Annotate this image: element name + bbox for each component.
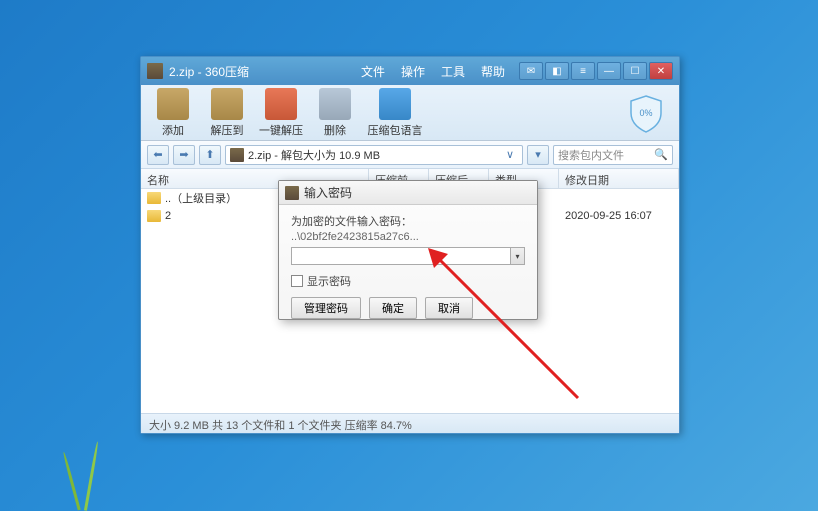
- titlebar: 2.zip - 360压缩 文件 操作 工具 帮助 ✉ ◧ ≡ — ☐ ✕: [141, 57, 679, 85]
- show-password-checkbox[interactable]: [291, 275, 303, 287]
- desktop-decoration: [50, 431, 200, 511]
- forward-button[interactable]: ➡: [173, 145, 195, 165]
- feedback-button[interactable]: ✉: [519, 62, 543, 80]
- language-icon: [379, 88, 411, 120]
- path-drop-button[interactable]: ▾: [527, 145, 549, 165]
- navigation-bar: ⬅ ➡ ⬆ 2.zip - 解包大小为 10.9 MB ∨ ▾ 搜索包内文件 🔍: [141, 141, 679, 169]
- menu-button[interactable]: ≡: [571, 62, 595, 80]
- extract-to-button[interactable]: 解压到: [203, 88, 251, 138]
- close-button[interactable]: ✕: [649, 62, 673, 80]
- path-field[interactable]: 2.zip - 解包大小为 10.9 MB ∨: [225, 145, 523, 165]
- one-click-extract-button[interactable]: 一键解压: [257, 88, 305, 138]
- path-text: 2.zip - 解包大小为 10.9 MB: [248, 147, 380, 163]
- add-icon: [157, 88, 189, 120]
- security-shield[interactable]: 0%: [625, 93, 667, 135]
- password-history-dropdown[interactable]: ▾: [511, 247, 525, 265]
- delete-button[interactable]: 删除: [311, 88, 359, 138]
- add-button[interactable]: 添加: [149, 88, 197, 138]
- skin-button[interactable]: ◧: [545, 62, 569, 80]
- search-icon[interactable]: 🔍: [654, 148, 668, 161]
- delete-icon: [319, 88, 351, 120]
- encrypted-file-path: ..\02bf2fe2423815a27c6...: [291, 231, 525, 243]
- window-controls: ✉ ◧ ≡ — ☐ ✕: [519, 62, 673, 80]
- folder-icon: [147, 192, 161, 204]
- dialog-icon: [285, 186, 299, 200]
- show-password-label: 显示密码: [307, 273, 351, 289]
- app-icon: [147, 63, 163, 79]
- menu-help[interactable]: 帮助: [475, 61, 511, 82]
- search-placeholder: 搜索包内文件: [558, 147, 624, 163]
- menu-tool[interactable]: 工具: [435, 61, 471, 82]
- back-button[interactable]: ⬅: [147, 145, 169, 165]
- archive-icon: [230, 148, 244, 162]
- path-dropdown-icon[interactable]: ∨: [502, 148, 518, 161]
- maximize-button[interactable]: ☐: [623, 62, 647, 80]
- shield-percent: 0%: [639, 108, 652, 118]
- cancel-button[interactable]: 取消: [425, 297, 473, 319]
- manage-password-button[interactable]: 管理密码: [291, 297, 361, 319]
- password-input[interactable]: [291, 247, 511, 265]
- menu-bar: 文件 操作 工具 帮助: [355, 61, 511, 82]
- one-click-icon: [265, 88, 297, 120]
- password-label: 为加密的文件输入密码：: [291, 213, 525, 229]
- dialog-titlebar: 输入密码: [279, 181, 537, 205]
- col-date[interactable]: 修改日期: [559, 169, 679, 188]
- folder-icon: [147, 210, 161, 222]
- up-button[interactable]: ⬆: [199, 145, 221, 165]
- extract-to-icon: [211, 88, 243, 120]
- menu-file[interactable]: 文件: [355, 61, 391, 82]
- search-field[interactable]: 搜索包内文件 🔍: [553, 145, 673, 165]
- ok-button[interactable]: 确定: [369, 297, 417, 319]
- password-dialog: 输入密码 为加密的文件输入密码： ..\02bf2fe2423815a27c6.…: [278, 180, 538, 320]
- dialog-title: 输入密码: [304, 184, 352, 201]
- language-button[interactable]: 压缩包语言: [365, 88, 425, 138]
- toolbar: 添加 解压到 一键解压 删除 压缩包语言 0%: [141, 85, 679, 141]
- minimize-button[interactable]: —: [597, 62, 621, 80]
- menu-action[interactable]: 操作: [395, 61, 431, 82]
- window-title: 2.zip - 360压缩: [169, 63, 355, 80]
- status-bar: 大小 9.2 MB 共 13 个文件和 1 个文件夹 压缩率 84.7%: [141, 413, 679, 433]
